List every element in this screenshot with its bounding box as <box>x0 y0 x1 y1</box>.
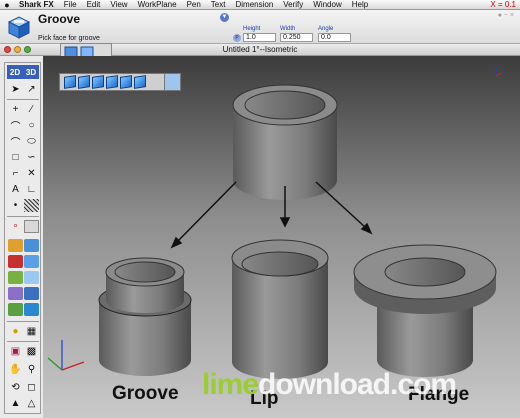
menu-view[interactable]: View <box>105 0 132 10</box>
coordinate-readout: X = 0.1 <box>490 0 516 9</box>
menu-file[interactable]: File <box>59 0 82 10</box>
camera-icon[interactable]: ▣ <box>8 345 23 358</box>
fit-view-icon[interactable]: ◻ <box>24 381 39 394</box>
angle-field[interactable]: 0.0 <box>318 33 351 42</box>
mode-3d[interactable]: 3D <box>26 68 36 77</box>
axis-triad <box>47 340 85 371</box>
view-bottom-icon[interactable] <box>106 75 118 89</box>
model-drawing <box>47 68 503 379</box>
mesh-icon[interactable] <box>24 303 39 316</box>
extrude-icon[interactable] <box>8 239 23 252</box>
dimension-icon[interactable]: ∟ <box>24 183 39 196</box>
text-icon[interactable]: A <box>8 183 23 196</box>
command-bar: Groove Pick face for groove ▼ P Height W… <box>0 10 520 44</box>
arc3-icon[interactable]: ⌒ <box>8 135 23 149</box>
mode-switch[interactable]: 2D 3D <box>7 65 39 79</box>
parameter-button[interactable]: P <box>233 34 241 42</box>
groove-tool-icon <box>7 16 31 39</box>
isometric-viewport[interactable] <box>43 56 520 418</box>
workplane-icon[interactable]: ∘ <box>8 220 23 233</box>
angle-label: Angle <box>318 26 334 32</box>
shell-icon[interactable] <box>24 255 39 268</box>
chevron-down-icon[interactable]: ▼ <box>220 13 229 22</box>
loft-icon[interactable] <box>24 271 39 284</box>
spline-icon[interactable]: ∽ <box>24 151 39 164</box>
pattern-icon[interactable] <box>24 199 39 212</box>
view-back-icon[interactable] <box>120 75 132 89</box>
sweep-icon[interactable] <box>8 271 23 284</box>
menu-bar: ● Shark FX File Edit View WorkPlane Pen … <box>0 0 520 10</box>
view-toolbar <box>59 73 181 91</box>
menu-help[interactable]: Help <box>347 0 373 10</box>
layers-icon[interactable]: ▦ <box>24 325 39 338</box>
corner-axis-icon <box>495 68 503 77</box>
hatch-icon[interactable]: • <box>8 199 23 212</box>
blend-icon[interactable] <box>8 287 23 300</box>
line-icon[interactable]: ∕ <box>24 103 39 116</box>
render-icon[interactable]: ▩ <box>24 345 39 358</box>
pan-hand-icon[interactable]: ✋ <box>8 363 23 376</box>
menu-pen[interactable]: Pen <box>182 0 206 10</box>
rectangle-icon[interactable]: □ <box>8 151 23 164</box>
width-field[interactable]: 0.250 <box>280 33 313 42</box>
surface-icon[interactable] <box>8 303 23 316</box>
ellipse-icon[interactable]: ⬭ <box>24 135 39 148</box>
groove-cylinder <box>98 257 192 376</box>
view-right-icon[interactable] <box>92 75 104 89</box>
height-field[interactable]: 1.0 <box>243 33 276 42</box>
wireframe-icon[interactable]: △ <box>24 397 39 410</box>
menu-dimension[interactable]: Dimension <box>230 0 278 10</box>
menu-app-name[interactable]: Shark FX <box>14 0 59 10</box>
source-cylinder <box>232 84 338 200</box>
view-front-icon[interactable] <box>64 75 76 89</box>
mode-2d[interactable]: 2D <box>10 68 20 77</box>
view-toolbar-end-button[interactable] <box>164 74 180 90</box>
select-arrow-icon[interactable]: ➤ <box>8 83 23 96</box>
tool-palette: 2D 3D ➤ ↗ + ∕ ⌒ ○ ⌒ ⬭ □ ∽ ⌐ ✕ A ∟ • ∘ ● … <box>4 62 41 414</box>
zoom-icon[interactable]: ⚲ <box>24 363 39 376</box>
menu-workplane[interactable]: WorkPlane <box>133 0 182 10</box>
circle-icon[interactable]: ○ <box>24 119 39 132</box>
shade-icon[interactable]: ▲ <box>8 397 23 410</box>
menu-verify[interactable]: Verify <box>278 0 308 10</box>
select-outline-icon[interactable]: ↗ <box>24 83 39 96</box>
height-label: Height <box>243 26 261 32</box>
fillet-icon[interactable]: ⌐ <box>8 167 23 180</box>
trim-icon[interactable]: ✕ <box>24 167 39 180</box>
menu-window[interactable]: Window <box>308 0 346 10</box>
view-iso-icon[interactable] <box>134 75 146 89</box>
groove-label: Groove <box>112 383 179 404</box>
boolean-icon[interactable] <box>24 287 39 300</box>
rotate-view-icon[interactable]: ⟲ <box>8 381 23 394</box>
apple-icon[interactable]: ● <box>0 0 14 10</box>
menu-edit[interactable]: Edit <box>82 0 106 10</box>
point-icon[interactable]: + <box>8 103 23 116</box>
grid-icon[interactable] <box>24 220 39 233</box>
menu-text[interactable]: Text <box>206 0 231 10</box>
view-top-icon[interactable] <box>78 75 90 89</box>
width-label: Width <box>280 26 296 32</box>
lip-cylinder <box>231 239 329 379</box>
solid-box-icon[interactable] <box>24 239 39 252</box>
command-title: Groove <box>38 12 81 26</box>
arc-icon[interactable]: ⌒ <box>8 119 23 133</box>
flange-cylinder <box>353 244 497 377</box>
command-hint: Pick face for groove <box>38 35 100 42</box>
revolve-icon[interactable] <box>8 255 23 268</box>
lock-icon[interactable]: ● − × <box>498 12 514 19</box>
watermark: limedownload.com <box>202 368 457 401</box>
light-icon[interactable]: ● <box>8 325 23 338</box>
